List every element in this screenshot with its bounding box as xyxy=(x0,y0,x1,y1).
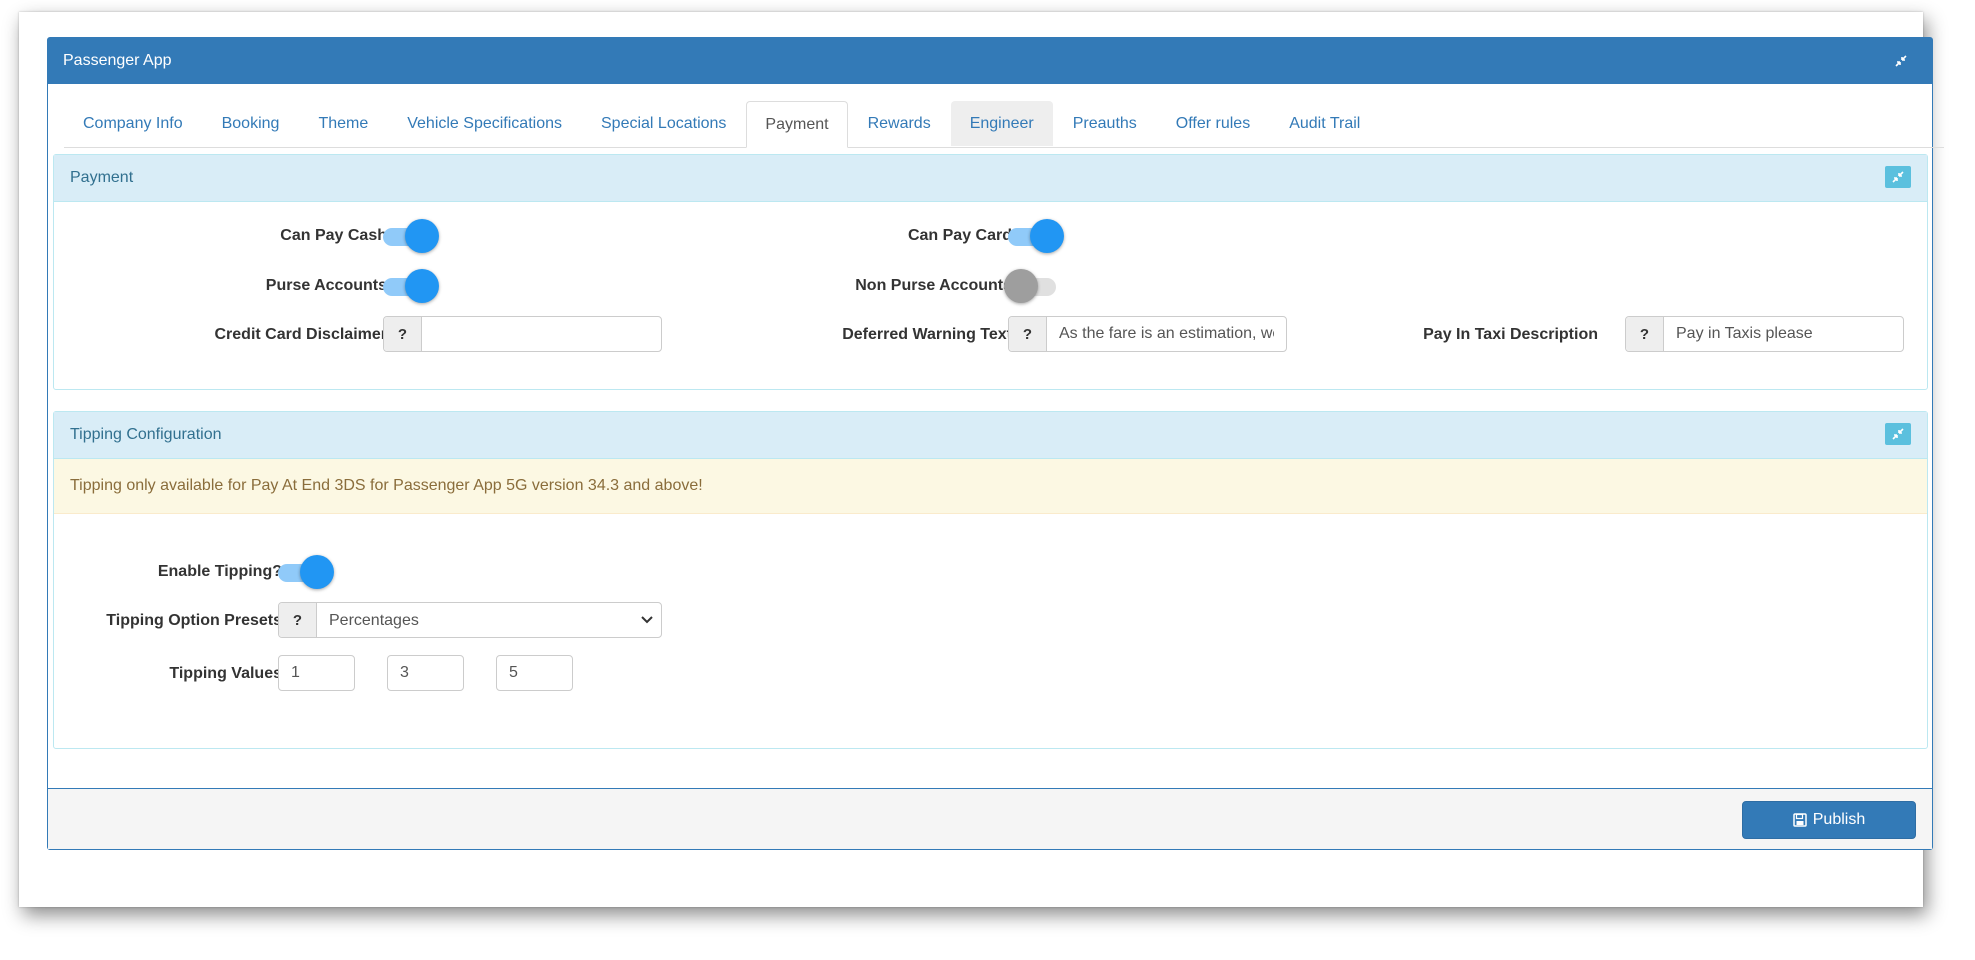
tab-preauths[interactable]: Preauths xyxy=(1054,101,1156,146)
payment-section-title: Payment xyxy=(70,169,134,186)
tipping-section: Tipping Configuration Tipping only avail… xyxy=(53,411,1928,749)
tipping-value-input-3[interactable] xyxy=(496,655,573,691)
compress-icon xyxy=(1892,171,1904,183)
deferred-warning-text-label: Deferred Warning Text xyxy=(842,326,1012,343)
pay-in-taxi-description-label: Pay In Taxi Description xyxy=(1423,326,1598,343)
tipping-section-header: Tipping Configuration xyxy=(54,412,1927,459)
tab-special-locations[interactable]: Special Locations xyxy=(582,101,745,146)
deferred-warning-text-input[interactable] xyxy=(1047,317,1286,351)
tab-rewards[interactable]: Rewards xyxy=(849,101,950,146)
non-purse-accounts-toggle[interactable] xyxy=(1004,267,1062,303)
enable-tipping-label: Enable Tipping? xyxy=(157,563,282,580)
enable-tipping-toggle[interactable] xyxy=(276,553,334,589)
tab-vehicle-specifications[interactable]: Vehicle Specifications xyxy=(388,101,581,146)
tipping-option-presets-label: Tipping Option Presets xyxy=(106,612,282,629)
panel-footer: Publish xyxy=(48,788,1932,849)
can-pay-cash-label: Can Pay Cash xyxy=(280,227,387,244)
collapse-panel-button[interactable] xyxy=(1888,50,1914,72)
tipping-notice: Tipping only available for Pay At End 3D… xyxy=(54,459,1927,514)
tipping-value-input-1[interactable] xyxy=(278,655,355,691)
deferred-warning-text-group: ? xyxy=(1008,316,1287,352)
save-icon xyxy=(1793,813,1807,827)
pay-in-taxi-description-input[interactable] xyxy=(1664,317,1903,351)
pay-in-taxi-description-group: ? xyxy=(1625,316,1904,352)
panel-title: Passenger App xyxy=(63,52,172,69)
compress-icon xyxy=(1892,428,1904,440)
credit-card-disclaimer-group: ? xyxy=(383,316,662,352)
help-icon[interactable]: ? xyxy=(1009,317,1047,351)
payment-section: Payment Can Pay Cash Can Pay Card Purse … xyxy=(53,154,1928,390)
tab-booking[interactable]: Booking xyxy=(203,101,299,146)
credit-card-disclaimer-input[interactable] xyxy=(422,317,661,351)
publish-button[interactable]: Publish xyxy=(1742,801,1916,839)
collapse-payment-button[interactable] xyxy=(1885,166,1911,188)
can-pay-card-label: Can Pay Card xyxy=(907,227,1012,244)
tab-payment[interactable]: Payment xyxy=(746,101,848,148)
passenger-app-panel: Passenger App Company Info Booking Theme… xyxy=(47,37,1944,850)
tipping-option-presets-group: ? Percentages xyxy=(278,602,662,638)
can-pay-card-toggle[interactable] xyxy=(1006,217,1064,253)
tab-offer-rules[interactable]: Offer rules xyxy=(1157,101,1269,146)
help-icon[interactable]: ? xyxy=(384,317,422,351)
tab-audit-trail[interactable]: Audit Trail xyxy=(1270,101,1379,146)
tab-theme[interactable]: Theme xyxy=(299,101,387,146)
purse-accounts-toggle[interactable] xyxy=(381,267,439,303)
non-purse-accounts-label: Non Purse Accounts xyxy=(855,277,1012,294)
compress-icon xyxy=(1895,55,1907,67)
payment-section-header: Payment xyxy=(54,155,1927,202)
can-pay-cash-toggle[interactable] xyxy=(381,217,439,253)
tab-bar: Company Info Booking Theme Vehicle Speci… xyxy=(64,101,1944,148)
tipping-option-presets-select[interactable]: Percentages xyxy=(317,603,661,637)
chevron-down-icon xyxy=(641,616,653,624)
collapse-tipping-button[interactable] xyxy=(1885,423,1911,445)
tab-engineer[interactable]: Engineer xyxy=(950,101,1053,146)
tipping-value-input-2[interactable] xyxy=(387,655,464,691)
app-window: Passenger App Company Info Booking Theme… xyxy=(19,12,1944,907)
credit-card-disclaimer-label: Credit Card Disclaimer xyxy=(214,326,387,343)
purse-accounts-label: Purse Accounts xyxy=(265,277,387,294)
help-icon[interactable]: ? xyxy=(279,603,317,637)
panel-header: Passenger App xyxy=(48,38,1932,84)
publish-label: Publish xyxy=(1812,811,1866,828)
help-icon[interactable]: ? xyxy=(1626,317,1664,351)
tipping-section-title: Tipping Configuration xyxy=(70,426,222,443)
tab-company-info[interactable]: Company Info xyxy=(64,101,202,146)
tipping-values-label: Tipping Values xyxy=(169,665,282,682)
